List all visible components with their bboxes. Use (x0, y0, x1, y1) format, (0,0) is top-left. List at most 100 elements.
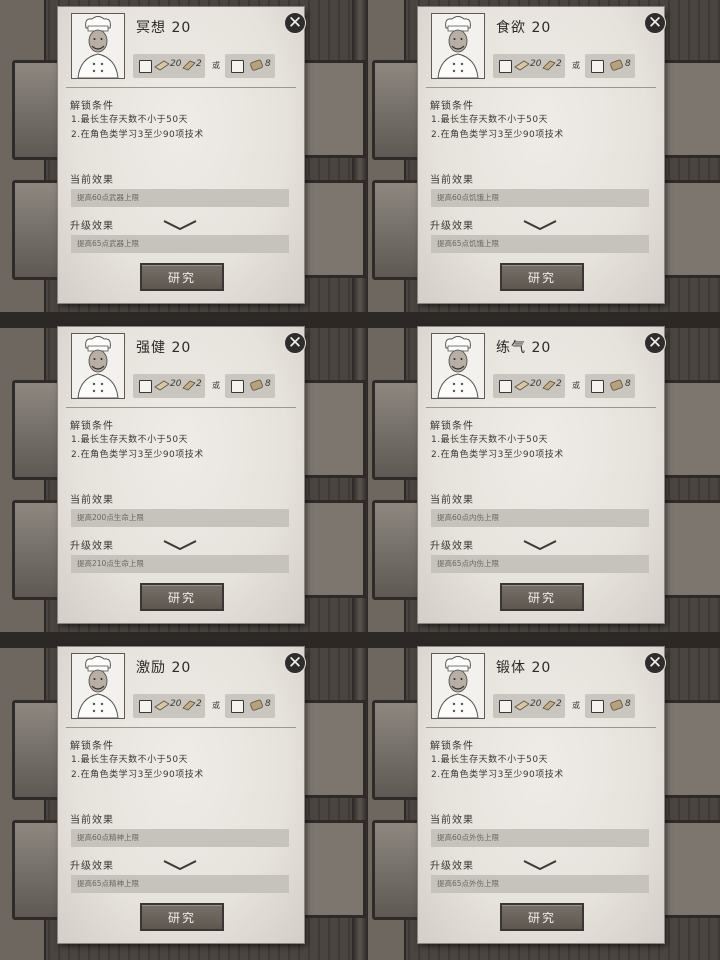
bg-character-slot (372, 500, 424, 600)
unlock-label: 解锁条件 (70, 101, 114, 112)
close-button[interactable]: ✕ (284, 332, 306, 354)
current-effect-label: 当前效果 (430, 815, 474, 826)
unlock-label: 解锁条件 (430, 421, 474, 432)
bg-tile (300, 820, 366, 918)
paper-cost: 20 (170, 699, 182, 709)
current-effect-value: 提高60点外伤上限 (431, 829, 649, 847)
cost-option-paper[interactable]: 20 2 (133, 374, 205, 398)
cost-checkbox[interactable] (591, 380, 604, 393)
bg-tile (660, 820, 720, 918)
skill-title: 冥想 20 (136, 20, 192, 36)
condition-2: 2.在角色类学习3至少90项技术 (71, 130, 204, 140)
cost-option-paper[interactable]: 20 2 (493, 54, 565, 78)
research-dialog-6: 锻体 20 ✕ 20 2 或 8 解锁条件 1.最长生存天数不小于50天 2.在… (418, 647, 666, 943)
chef-portrait (71, 13, 125, 79)
unlock-label: 解锁条件 (430, 101, 474, 112)
close-button[interactable]: ✕ (284, 652, 306, 674)
upgrade-effect-label: 升级效果 (430, 861, 474, 872)
bg-character-slot (372, 820, 424, 920)
chevron-down-icon (163, 540, 197, 551)
cost-checkbox[interactable] (139, 380, 152, 393)
research-button[interactable]: 研究 (500, 583, 584, 611)
current-effect-label: 当前效果 (70, 175, 114, 186)
current-effect-label: 当前效果 (430, 495, 474, 506)
cost-checkbox[interactable] (591, 60, 604, 73)
cost-checkbox[interactable] (499, 60, 512, 73)
condition-1: 1.最长生存天数不小于50天 (431, 435, 549, 445)
bg-band (0, 632, 720, 648)
cost-option-paper[interactable]: 20 2 (133, 54, 205, 78)
scroll-cost: 2 (196, 379, 202, 389)
close-button[interactable]: ✕ (644, 12, 666, 34)
close-button[interactable]: ✕ (644, 652, 666, 674)
condition-2: 2.在角色类学习3至少90项技术 (431, 450, 564, 460)
current-effect-label: 当前效果 (70, 815, 114, 826)
scroll-icon (542, 700, 556, 711)
cost-option-item[interactable]: 8 (585, 694, 635, 718)
cost-option-item[interactable]: 8 (225, 374, 275, 398)
bg-character-slot (372, 180, 424, 280)
current-effect-value: 提高60点精神上限 (71, 829, 289, 847)
close-button[interactable]: ✕ (284, 12, 306, 34)
unlock-label: 解锁条件 (70, 421, 114, 432)
cost-row: 20 2 或 8 (493, 694, 658, 720)
or-label: 或 (572, 381, 580, 390)
upgrade-effect-label: 升级效果 (430, 541, 474, 552)
chevron-down-icon (523, 220, 557, 231)
skill-title: 练气 20 (496, 340, 552, 356)
cost-option-paper[interactable]: 20 2 (133, 694, 205, 718)
research-button[interactable]: 研究 (140, 903, 224, 931)
cost-checkbox[interactable] (499, 380, 512, 393)
chevron-down-icon (163, 860, 197, 871)
upgrade-effect-value: 提高65点饥饿上限 (431, 235, 649, 253)
research-button[interactable]: 研究 (500, 263, 584, 291)
close-button[interactable]: ✕ (644, 332, 666, 354)
condition-1: 1.最长生存天数不小于50天 (431, 755, 549, 765)
paper-cost: 20 (170, 59, 182, 69)
scroll-cost: 2 (196, 59, 202, 69)
bg-character-slot (12, 60, 64, 160)
scroll-icon (182, 700, 196, 711)
condition-1: 1.最长生存天数不小于50天 (431, 115, 549, 125)
bundle-icon (610, 59, 623, 71)
cost-checkbox[interactable] (139, 700, 152, 713)
condition-1: 1.最长生存天数不小于50天 (71, 755, 189, 765)
unlock-label: 解锁条件 (70, 741, 114, 752)
unlock-label: 解锁条件 (430, 741, 474, 752)
cost-option-item[interactable]: 8 (225, 694, 275, 718)
research-button[interactable]: 研究 (500, 903, 584, 931)
chef-portrait (431, 333, 485, 399)
cost-checkbox[interactable] (231, 380, 244, 393)
cost-checkbox[interactable] (231, 60, 244, 73)
paper-icon (514, 380, 530, 391)
or-label: 或 (572, 61, 580, 70)
cost-row: 20 2 或 8 (133, 54, 298, 80)
bg-band (0, 312, 720, 328)
bundle-icon (250, 59, 263, 71)
or-label: 或 (212, 381, 220, 390)
upgrade-effect-label: 升级效果 (70, 861, 114, 872)
bg-tile (660, 500, 720, 598)
cost-checkbox[interactable] (499, 700, 512, 713)
research-button[interactable]: 研究 (140, 263, 224, 291)
cost-checkbox[interactable] (591, 700, 604, 713)
upgrade-effect-label: 升级效果 (430, 221, 474, 232)
upgrade-effect-value: 提高210点生命上限 (71, 555, 289, 573)
divider (66, 87, 296, 88)
cost-checkbox[interactable] (231, 700, 244, 713)
paper-icon (514, 60, 530, 71)
research-button[interactable]: 研究 (140, 583, 224, 611)
bg-character-slot (372, 380, 424, 480)
cost-option-item[interactable]: 8 (585, 374, 635, 398)
divider (426, 87, 656, 88)
cost-option-item[interactable]: 8 (225, 54, 275, 78)
scroll-icon (542, 380, 556, 391)
cost-checkbox[interactable] (139, 60, 152, 73)
bg-character-slot (12, 180, 64, 280)
cost-option-paper[interactable]: 20 2 (493, 694, 565, 718)
upgrade-effect-value: 提高65点内伤上限 (431, 555, 649, 573)
cost-option-item[interactable]: 8 (585, 54, 635, 78)
bg-tile (300, 180, 366, 278)
cost-option-paper[interactable]: 20 2 (493, 374, 565, 398)
bg-character-slot (372, 60, 424, 160)
